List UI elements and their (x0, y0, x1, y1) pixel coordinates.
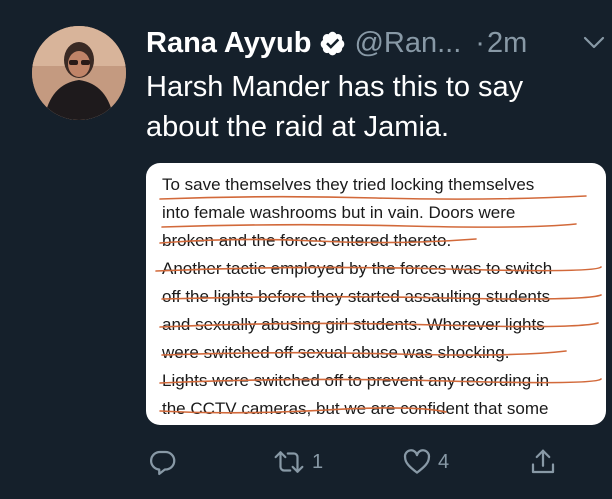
tweet-header: Rana Ayyub @Ran... · 2m (146, 26, 527, 60)
like-count: 4 (438, 450, 450, 473)
like-button[interactable]: 4 (402, 442, 449, 482)
author-handle[interactable]: @Ran... (354, 26, 461, 60)
verified-badge-icon (319, 30, 346, 57)
retweet-count: 1 (312, 450, 324, 473)
chevron-down-icon[interactable] (582, 34, 606, 52)
heart-icon (402, 447, 432, 477)
action-bar: 1 4 (0, 442, 612, 482)
tweet-image[interactable]: To save themselves they tried locking th… (146, 163, 606, 425)
author-name[interactable]: Rana Ayyub (146, 26, 311, 60)
separator-dot: · (475, 27, 485, 59)
avatar-photo (32, 26, 126, 120)
retweet-button[interactable]: 1 (272, 442, 323, 482)
share-icon (528, 447, 558, 477)
hand-drawn-underlines (155, 195, 602, 414)
tweet-timestamp[interactable]: 2m (487, 26, 527, 60)
tweet-text: Harsh Mander has this to say about the r… (146, 71, 524, 143)
share-button[interactable] (528, 442, 558, 482)
retweet-icon (272, 447, 306, 477)
avatar[interactable] (32, 26, 126, 120)
reply-button[interactable] (148, 442, 178, 482)
reply-icon (148, 447, 178, 477)
